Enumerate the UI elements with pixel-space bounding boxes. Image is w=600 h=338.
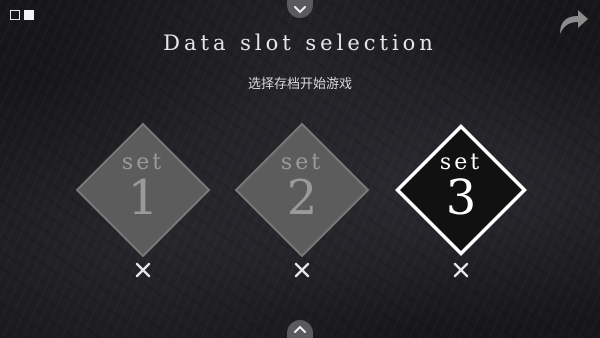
close-icon	[453, 262, 469, 278]
square-filled-icon[interactable]	[24, 10, 34, 20]
page-title: Data slot selection	[163, 31, 437, 55]
chevron-up-icon	[294, 325, 306, 333]
save-slot-1[interactable]: set 1	[75, 122, 211, 258]
square-outline-icon[interactable]	[10, 10, 20, 20]
delete-slot-1-button[interactable]	[133, 260, 153, 280]
close-icon	[294, 262, 310, 278]
save-slot-2[interactable]: set 2	[234, 122, 370, 258]
page-subtitle: 选择存档开始游戏	[247, 77, 352, 92]
close-icon	[135, 262, 151, 278]
scroll-down-tab[interactable]	[287, 320, 313, 338]
display-mode-toggle[interactable]	[10, 10, 34, 20]
chevron-down-icon	[294, 5, 306, 13]
delete-slot-2-button[interactable]	[292, 260, 312, 280]
slot-number: 3	[445, 170, 477, 226]
save-slot-3[interactable]: set 3	[393, 122, 529, 258]
slot-number: 1	[127, 170, 159, 226]
delete-slot-3-button[interactable]	[451, 260, 471, 280]
slot-number: 2	[286, 170, 318, 226]
scroll-up-tab[interactable]	[287, 0, 313, 18]
